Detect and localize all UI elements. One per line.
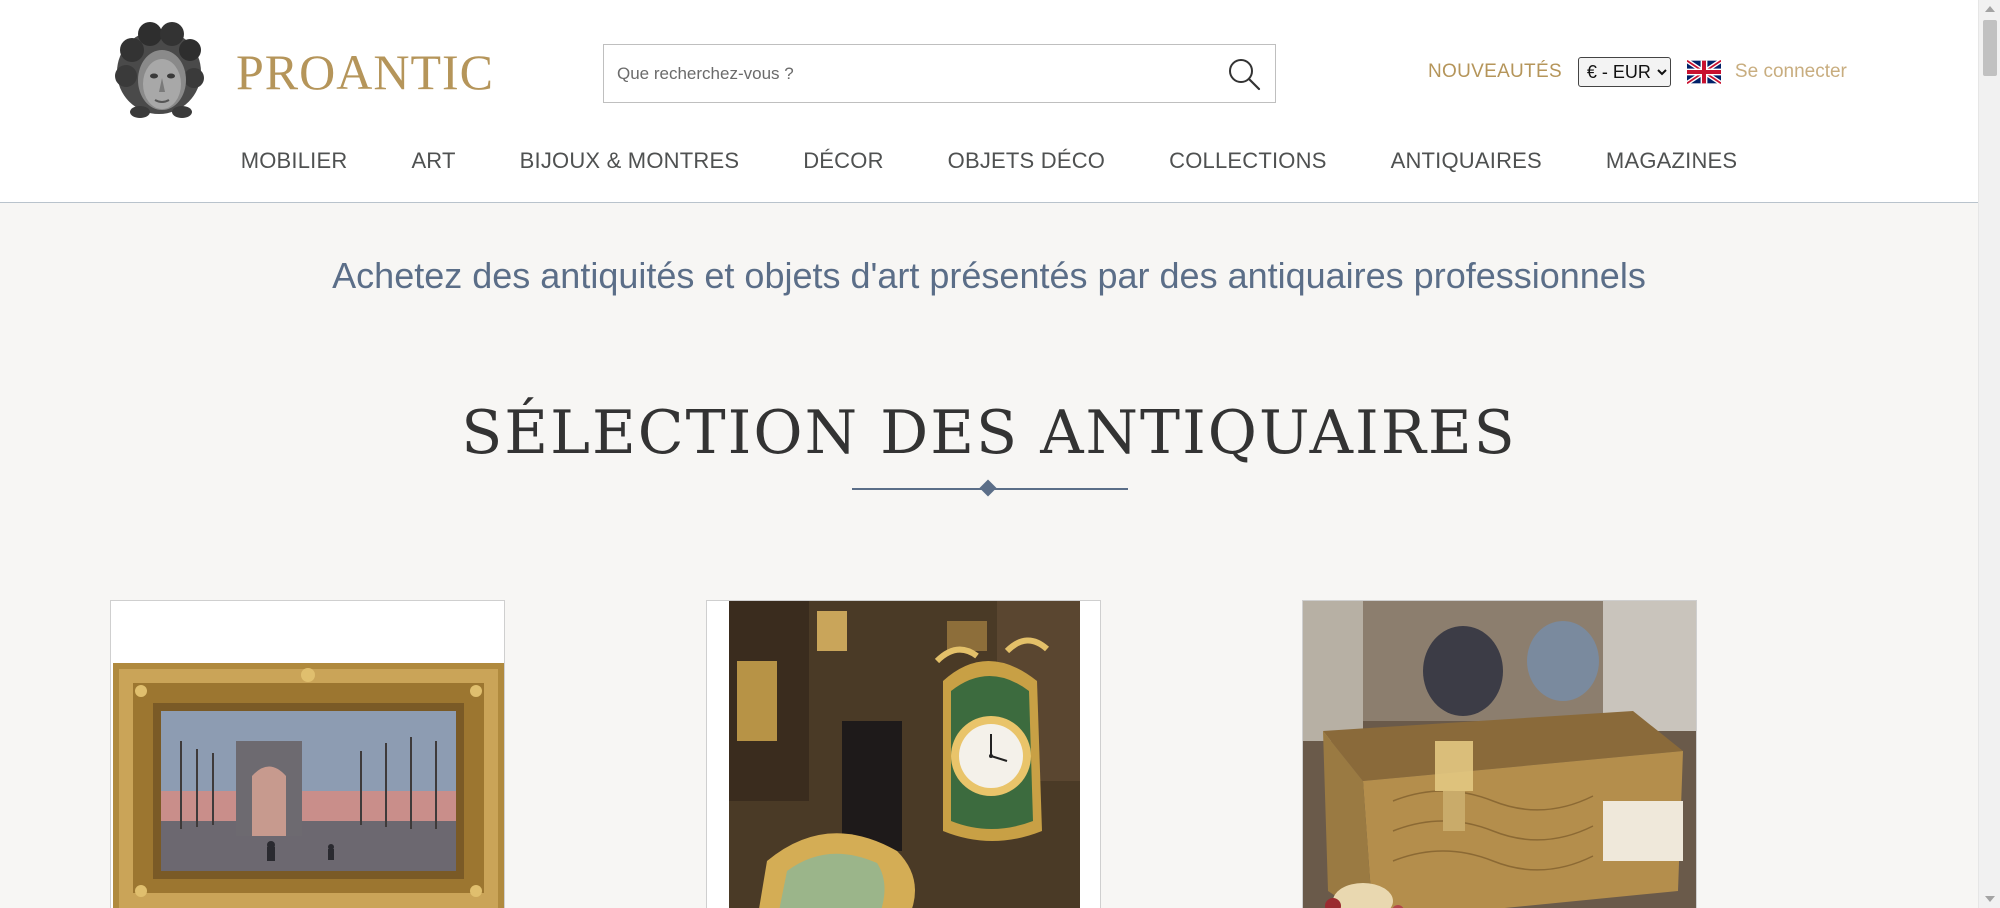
login-link[interactable]: Se connecter <box>1735 61 1847 83</box>
logo-text: PROANTIC <box>236 44 495 100</box>
nav-item-mobilier[interactable]: MOBILIER <box>241 148 348 174</box>
uk-flag-icon[interactable] <box>1686 60 1721 84</box>
casket-image <box>1303 601 1696 908</box>
product-card-clock[interactable] <box>706 600 1101 908</box>
header-utility: NOUVEAUTÉS € - EUR Se connecter <box>1428 56 1847 88</box>
scroll-thumb[interactable] <box>1983 20 1997 76</box>
nav-item-bijoux-montres[interactable]: BIJOUX & MONTRES <box>520 148 740 174</box>
new-arrivals-link[interactable]: NOUVEAUTÉS <box>1428 61 1562 83</box>
cherub-head-logo-icon <box>115 22 204 118</box>
nav-item-art[interactable]: ART <box>411 148 455 174</box>
scroll-up-arrow-icon[interactable] <box>1985 6 1995 12</box>
search-bar <box>603 44 1276 103</box>
scroll-down-arrow-icon[interactable] <box>1985 896 1995 902</box>
painting-image <box>111 601 504 908</box>
nav-item-objets-deco[interactable]: OBJETS DÉCO <box>948 148 1105 174</box>
site-logo[interactable]: PROANTIC <box>110 20 494 124</box>
page-scrollbar[interactable] <box>1978 0 2000 908</box>
page-tagline: Achetez des antiquités et objets d'art p… <box>332 255 1646 296</box>
main-nav: MOBILIER ART BIJOUX & MONTRES DÉCOR OBJE… <box>0 148 1978 174</box>
nav-item-decor[interactable]: DÉCOR <box>803 148 883 174</box>
clock-image <box>707 601 1100 908</box>
product-card-casket[interactable] <box>1302 600 1697 908</box>
search-button[interactable] <box>1213 45 1275 102</box>
nav-item-magazines[interactable]: MAGAZINES <box>1606 148 1737 174</box>
divider-diamond-icon <box>979 479 997 497</box>
currency-select[interactable]: € - EUR <box>1577 57 1671 87</box>
site-header: PROANTIC NOUVEAUTÉS € - EUR Se connecter… <box>0 0 1978 203</box>
nav-item-antiquaires[interactable]: ANTIQUAIRES <box>1391 148 1542 174</box>
section-title: SÉLECTION DES ANTIQUAIRES <box>461 398 1517 468</box>
search-icon <box>1229 58 1261 90</box>
search-input[interactable] <box>604 45 1213 102</box>
product-card-painting[interactable] <box>110 600 505 908</box>
nav-item-collections[interactable]: COLLECTIONS <box>1169 148 1326 174</box>
